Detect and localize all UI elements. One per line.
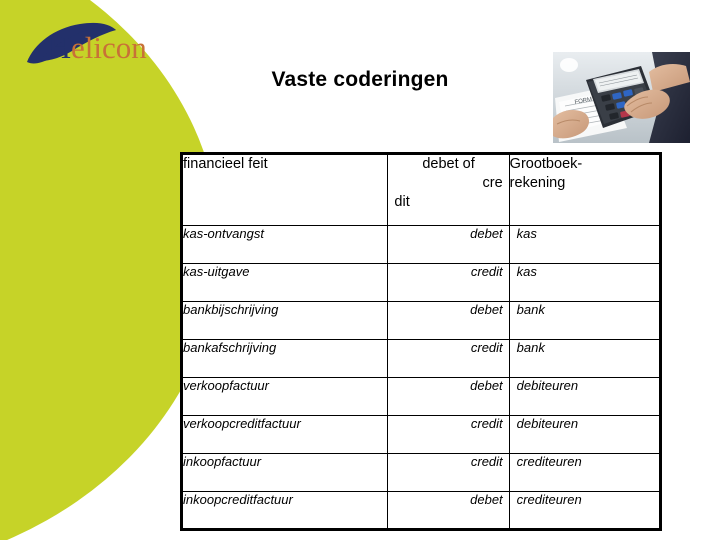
cell-financieel-feit: verkoopcreditfactuur [180,415,389,454]
table-header: financieel feit debet of cre dit Grootbo… [180,153,662,226]
calculator-photo-image: FORM [553,52,690,143]
column-header-debet-of-credit: debet of cre dit [387,153,510,226]
cell-debet-credit: credit [387,453,510,492]
helicon-logo-icon: H elicon [27,22,147,65]
column-header-dc-line3: dit [394,194,410,211]
column-header-dc-line1: debet of [422,156,475,172]
cell-financieel-feit: kas-uitgave [180,263,389,302]
cell-grootboekrekening: bank [508,301,662,340]
cell-financieel-feit: kas-ontvangst [180,225,389,264]
cell-debet-credit: credit [387,263,510,302]
column-header-financieel-feit: financieel feit [180,153,389,226]
cell-debet-credit: debet [387,491,510,530]
cell-financieel-feit: bankbijschrijving [180,301,389,340]
cell-grootboekrekening: debiteuren [508,415,662,454]
calculator-photo: FORM [553,52,690,143]
table-row: kas-ontvangst debet kas [180,225,662,264]
page-title: Vaste coderingen [271,68,449,91]
cell-financieel-feit: inkoopfactuur [180,453,389,492]
cell-debet-credit: debet [387,377,510,416]
cell-debet-credit: credit [387,339,510,378]
table-body: kas-ontvangst debet kas kas-uitgave credit ka… [180,225,662,530]
table-row: bankbijschrijving debet bank [180,301,662,340]
cell-financieel-feit: bankafschrijving [180,339,389,378]
table-row: inkoopcreditfactuur debet crediteuren [180,491,662,530]
slide-canvas: H elicon Vaste coderingen FORM financiee… [0,0,720,540]
column-header-grootboekrekening: Grootboek- rekening [508,153,662,226]
table-row: verkoopcreditfactuur credit debiteuren [180,415,662,454]
svg-text:elicon: elicon [71,30,147,65]
table-row: kas-uitgave credit kas [180,263,662,302]
cell-financieel-feit: verkoopfactuur [180,377,389,416]
cell-financieel-feit: inkoopcreditfactuur [180,491,389,530]
cell-debet-credit: debet [387,225,510,264]
cell-grootboekrekening: debiteuren [508,377,662,416]
column-header-ledger-line2: rekening [509,175,566,192]
cell-grootboekrekening: bank [508,339,662,378]
table-row: inkoopfactuur credit crediteuren [180,453,662,492]
cell-debet-credit: credit [387,415,510,454]
column-header-ledger-line1: Grootboek- [509,156,583,172]
table-row: verkoopfactuur debet debiteuren [180,377,662,416]
cell-grootboekrekening: kas [508,263,662,302]
cell-grootboekrekening: crediteuren [508,453,662,492]
table-header-row: financieel feit debet of cre dit Grootbo… [180,153,662,226]
table-row: bankafschrijving credit bank [180,339,662,378]
cell-grootboekrekening: crediteuren [508,491,662,530]
column-header-dc-line2: cre [482,175,503,192]
coding-table: financieel feit debet of cre dit Grootbo… [180,152,662,531]
helicon-logo: H elicon [24,18,184,70]
cell-debet-credit: debet [387,301,510,340]
cell-grootboekrekening: kas [508,225,662,264]
svg-text:H: H [48,29,71,65]
